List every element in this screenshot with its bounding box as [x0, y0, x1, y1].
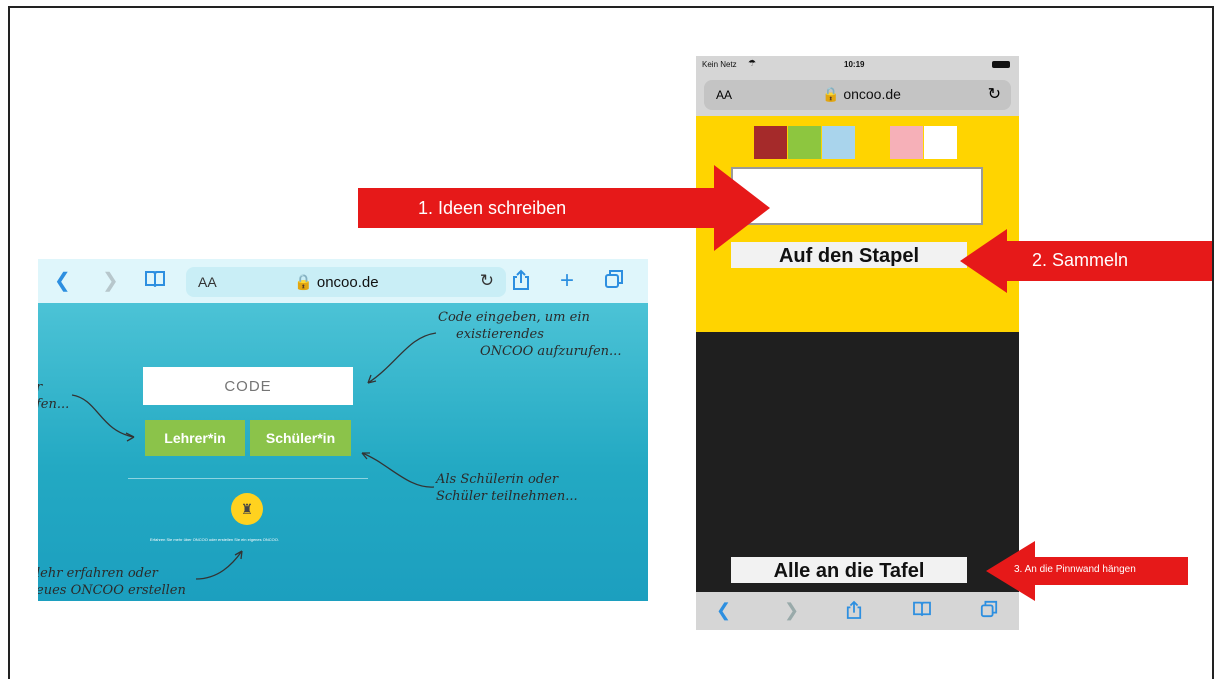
step3-label: 3. An die Pinnwand hängen: [1014, 564, 1136, 575]
annotation-arrows: [358, 165, 1212, 601]
step2-label: 2. Sammeln: [1032, 250, 1129, 270]
step1-label: 1. Ideen schreiben: [418, 198, 567, 218]
